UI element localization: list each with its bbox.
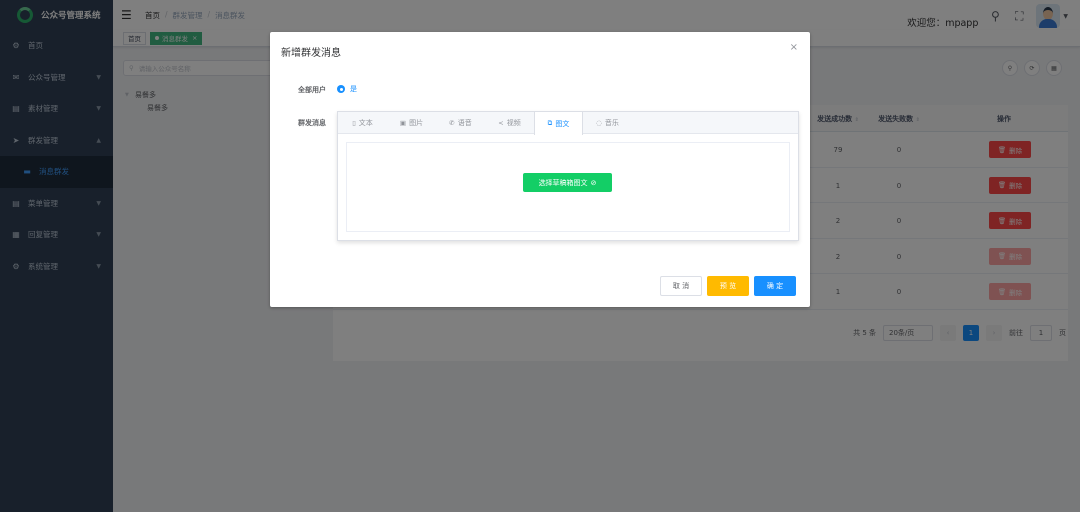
all-users-radio[interactable]: 是	[337, 84, 357, 94]
cancel-button[interactable]: 取 消	[660, 276, 702, 296]
tab-voice[interactable]: ✆ 语音	[436, 112, 485, 134]
tab-news[interactable]: ⧉ 图文	[534, 112, 583, 135]
tab-video[interactable]: < 视频	[485, 112, 534, 134]
tab-bar: ▯ 文本 ▣ 图片 ✆ 语音 < 视频 ⧉ 图文 ◌ 音乐	[338, 112, 798, 135]
tab-image[interactable]: ▣ 图片	[387, 112, 436, 134]
preview-button[interactable]: 预 览	[707, 276, 749, 296]
radio-checked-icon	[337, 85, 345, 93]
select-draft-news-button[interactable]: 选择草稿箱图文 ⊘	[523, 173, 612, 192]
document-icon: ▯	[352, 119, 356, 127]
close-icon[interactable]: ×	[790, 42, 798, 53]
new-mass-message-dialog: 新增群发消息 × 全部用户 是 群发消息 ▯ 文本 ▣ 图片 ✆ 语音 < 视频 ⧉ 图文…	[270, 32, 810, 307]
music-icon: ◌	[596, 119, 602, 127]
tab-text[interactable]: ▯ 文本	[338, 112, 387, 134]
news-icon: ⧉	[547, 119, 553, 127]
all-users-label: 全部用户	[298, 86, 326, 94]
circle-check-icon: ⊘	[590, 178, 597, 187]
message-type-tabs: ▯ 文本 ▣ 图片 ✆ 语音 < 视频 ⧉ 图文 ◌ 音乐 选择草稿箱图文 ⊘	[337, 111, 799, 241]
share-icon: <	[498, 119, 504, 127]
tab-music[interactable]: ◌ 音乐	[583, 112, 632, 134]
confirm-button[interactable]: 确 定	[754, 276, 796, 296]
picture-icon: ▣	[399, 119, 407, 127]
mass-message-label: 群发消息	[298, 119, 326, 127]
dialog-title: 新增群发消息	[281, 48, 341, 59]
phone-icon: ✆	[449, 119, 455, 127]
news-tab-panel: 选择草稿箱图文 ⊘	[346, 142, 790, 232]
